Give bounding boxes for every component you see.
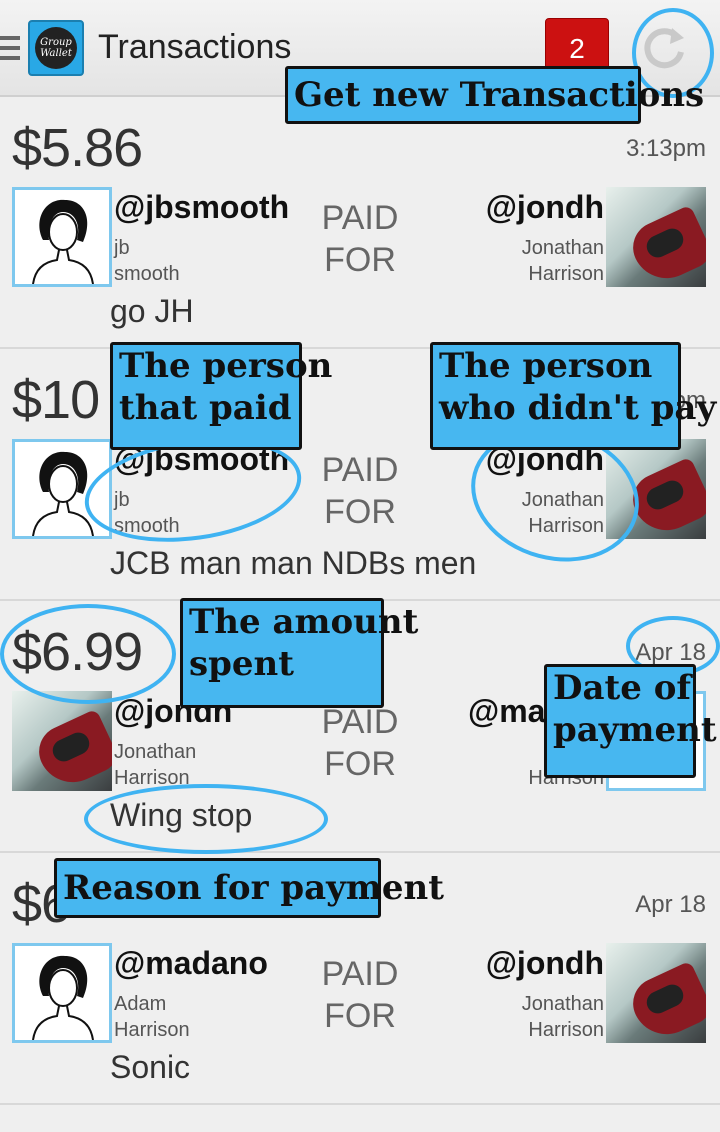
payer-name: jb smooth: [114, 235, 224, 287]
paid-text: PAID: [321, 955, 399, 993]
payer-avatar[interactable]: [12, 691, 112, 791]
sketch-portrait-icon: [32, 199, 94, 284]
annotation-date-line1: Date of: [553, 668, 691, 708]
logo-wordmark: Group Wallet: [35, 27, 77, 69]
payer-name: Adam Harrison: [114, 991, 224, 1043]
paid-text: PAID: [321, 451, 399, 489]
annotation-person-paid: The person that paid: [110, 342, 333, 450]
app-logo[interactable]: Group Wallet: [28, 20, 84, 76]
annotation-amount-line2: spent: [189, 644, 294, 684]
payer-handle: @jbsmooth: [114, 189, 290, 225]
annotation-get-new: Get new Transactions: [285, 66, 704, 124]
transaction-memo: JCB man man NDBs men: [110, 545, 477, 581]
payer-first-name: Adam: [114, 993, 167, 1015]
paid-for-label: PAID FOR: [300, 449, 420, 533]
payer-last-name: Harrison: [114, 1019, 190, 1041]
for-text: FOR: [324, 745, 396, 783]
annotation-person-not-paid-line1: The person: [439, 346, 653, 386]
payer-first-name: jb: [114, 237, 130, 259]
annotation-reason: Reason for payment: [54, 858, 444, 918]
payee-avatar[interactable]: [606, 187, 706, 287]
payee-name: Jonathan Harrison: [494, 991, 604, 1043]
paid-for-label: PAID FOR: [300, 197, 420, 281]
amount-highlight-circle: [0, 604, 176, 704]
payee-name: Jonathan Harrison: [494, 235, 604, 287]
paid-for-label: PAID FOR: [300, 953, 420, 1037]
annotation-person-not-paid-line2: who didn't pay: [439, 388, 717, 428]
paid-text: PAID: [321, 199, 399, 237]
payer-avatar[interactable]: [12, 943, 112, 1043]
transaction-amount: $5.86: [12, 118, 143, 178]
transaction-date: 3:13pm: [625, 135, 706, 162]
payee-last-name: Harrison: [528, 1019, 604, 1041]
transaction-memo: Sonic: [110, 1049, 191, 1085]
payee-handle: @jondh: [485, 945, 604, 981]
annotation-date-line2: payment: [553, 710, 717, 750]
payer-handle: @madano: [114, 945, 268, 981]
payee-handle: @jondh: [485, 189, 604, 225]
sketch-portrait-icon: [32, 955, 94, 1040]
paid-text: PAID: [321, 703, 399, 741]
for-text: FOR: [324, 997, 396, 1035]
payee-first-name: Jonathan: [521, 237, 604, 259]
memo-highlight-circle: [84, 784, 328, 854]
annotation-amount-spent: The amount spent: [180, 598, 419, 708]
payer-first-name: Jonathan: [114, 741, 197, 763]
annotation-person-not-paid: The person who didn't pay: [430, 342, 717, 450]
paid-for-label: PAID FOR: [300, 701, 420, 785]
payer-avatar[interactable]: [12, 187, 112, 287]
annotation-amount-line1: The amount: [189, 602, 419, 642]
payee-first-name: Jonathan: [521, 993, 604, 1015]
page-title: Transactions: [98, 28, 292, 66]
transaction-date: Apr 18: [635, 891, 706, 918]
menu-icon[interactable]: [0, 36, 20, 62]
annotation-date-payment: Date of payment: [544, 664, 717, 778]
transaction-row[interactable]: $5.86 3:13pm @jbsmooth jb smooth PAID FOR …: [0, 97, 720, 349]
for-text: FOR: [324, 241, 396, 279]
payee-handle: @ma: [468, 693, 546, 729]
transaction-amount: $10: [12, 370, 100, 430]
for-text: FOR: [324, 493, 396, 531]
payee-last-name: Harrison: [528, 263, 604, 285]
payee-avatar[interactable]: [606, 943, 706, 1043]
annotation-person-paid-line2: that paid: [119, 388, 292, 428]
annotation-person-paid-line1: The person: [119, 346, 333, 386]
transaction-memo: go JH: [110, 293, 194, 329]
payer-last-name: smooth: [114, 263, 180, 285]
